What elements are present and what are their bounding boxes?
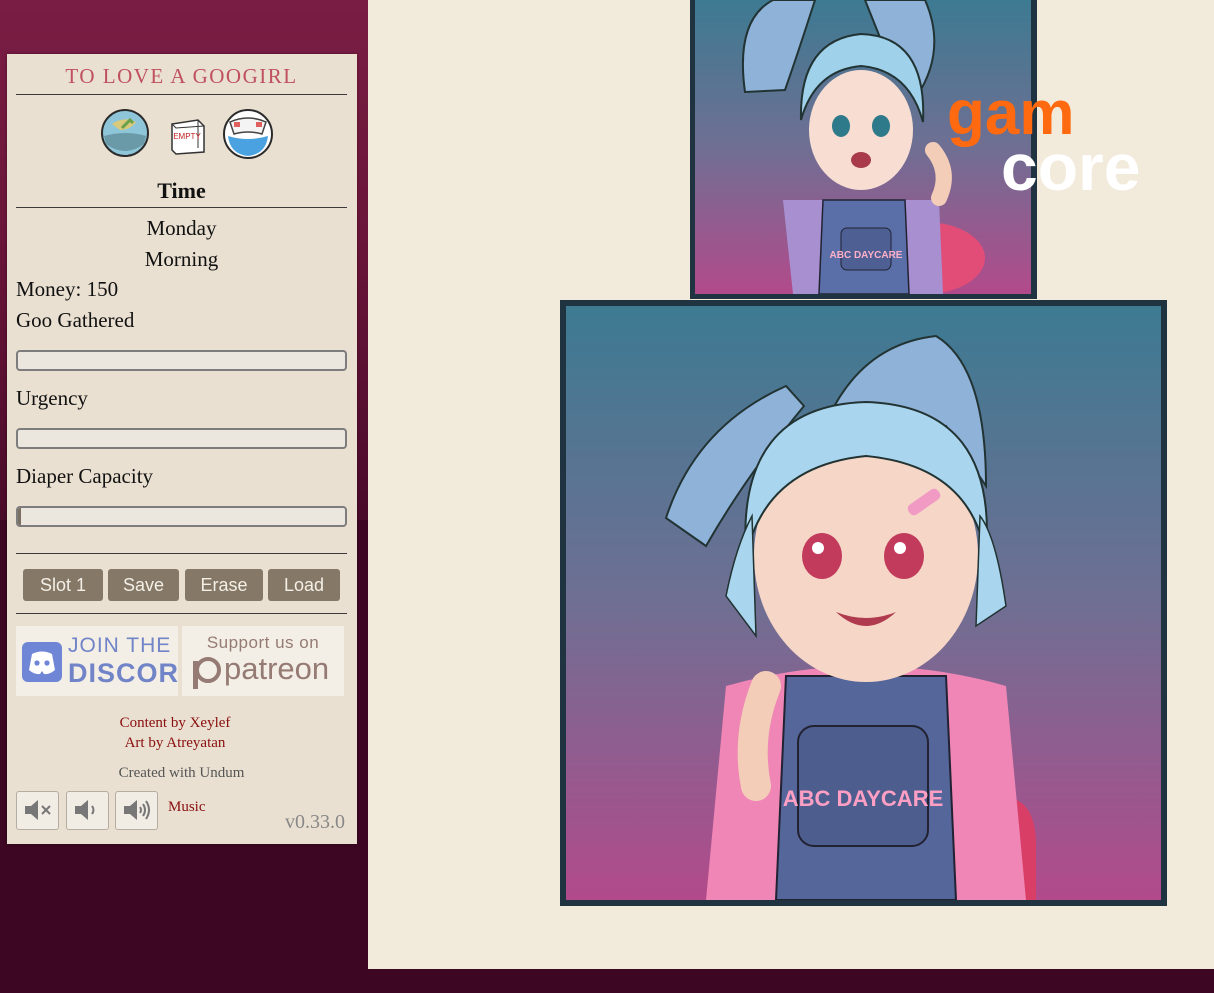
volume-low-icon	[75, 800, 95, 820]
engine-credit: Created with Undum	[118, 765, 245, 781]
patreon-top-text: Support us on	[206, 633, 320, 652]
day-label: Monday	[146, 216, 217, 240]
content-credit: Content by Xeylef	[119, 715, 231, 731]
logo-line-2: core	[1001, 130, 1140, 194]
goo-jar-icon[interactable]	[100, 108, 150, 158]
discord-icon	[22, 642, 62, 682]
divider	[16, 207, 347, 208]
patreon-bottom-text: patreon	[224, 651, 330, 686]
diaper-icon[interactable]	[222, 108, 274, 160]
empty-box-icon[interactable]: EMPTY	[168, 114, 208, 156]
volume-high-button[interactable]	[115, 791, 158, 830]
main-artwork-frame: ABC DAYCARE	[560, 300, 1167, 906]
game-title: TO LOVE A GOOGIRL	[65, 64, 298, 88]
discord-bottom-text: DISCORD	[68, 658, 178, 688]
volume-high-icon	[124, 800, 150, 820]
top-apron-text: ABC DAYCARE	[830, 250, 903, 261]
box-label: EMPTY	[173, 132, 201, 141]
patreon-icon	[193, 657, 221, 689]
discord-link[interactable]: JOIN THE DISCORD	[16, 626, 178, 696]
slot-selector-button[interactable]: Slot 1	[23, 569, 103, 601]
patreon-link[interactable]: Support us on patreon	[182, 626, 344, 696]
goo-progress-bar	[16, 350, 347, 371]
art-credit: Art by Atreyatan	[124, 735, 226, 751]
music-link[interactable]: Music	[168, 799, 206, 816]
diaper-capacity-label: Diaper Capacity	[16, 464, 154, 488]
divider	[16, 613, 347, 614]
mute-icon	[25, 800, 51, 820]
time-heading: Time	[157, 178, 206, 203]
character-portrait-large: ABC DAYCARE	[664, 334, 1036, 900]
save-button[interactable]: Save	[108, 569, 179, 601]
discord-top-text: JOIN THE	[68, 634, 172, 657]
gamcore-logo: gam core	[947, 82, 1140, 194]
volume-low-button[interactable]	[66, 791, 109, 830]
mute-button[interactable]	[16, 791, 59, 830]
sidebar: TO LOVE A GOOGIRL EMPTY Time Monday Morn…	[7, 54, 357, 844]
urgency-progress-bar	[16, 428, 347, 449]
goo-gathered-label: Goo Gathered	[16, 308, 135, 332]
main-artwork: ABC DAYCARE	[566, 306, 1161, 900]
divider	[16, 553, 347, 554]
load-button[interactable]: Load	[268, 569, 340, 601]
version-label: v0.33.0	[285, 811, 345, 833]
money-label: Money: 150	[16, 277, 119, 301]
urgency-label: Urgency	[16, 386, 88, 410]
period-label: Morning	[144, 247, 219, 271]
diaper-capacity-bar	[16, 506, 347, 527]
diaper-capacity-fill	[18, 508, 22, 525]
erase-button[interactable]: Erase	[185, 569, 263, 601]
status-icons: EMPTY	[100, 108, 280, 160]
main-apron-text: ABC DAYCARE	[783, 786, 944, 811]
divider	[16, 94, 347, 95]
